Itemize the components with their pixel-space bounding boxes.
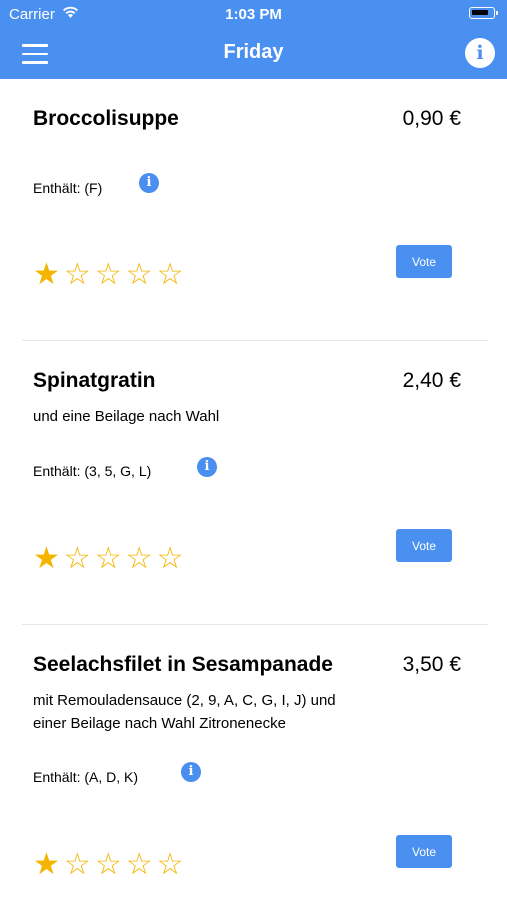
status-time: 1:03 PM (225, 6, 282, 23)
star-4-icon[interactable]: ☆ (126, 542, 157, 575)
nav-bar: Friday i (0, 30, 507, 79)
status-bar: Carrier 1:03 PM (0, 0, 507, 30)
battery-icon (469, 7, 498, 19)
star-rating: ★☆☆☆☆ (33, 258, 188, 292)
star-2-icon[interactable]: ☆ (64, 542, 95, 575)
dish-price: 2,40 € (402, 369, 461, 392)
star-3-icon[interactable]: ☆ (95, 848, 126, 881)
dish-name: Spinatgratin (33, 369, 156, 392)
vote-button[interactable]: Vote (396, 835, 452, 868)
star-rating: ★☆☆☆☆ (33, 848, 188, 882)
dish-price: 3,50 € (402, 653, 461, 676)
dish-description: mit Remouladensauce (2, 9, A, C, G, I, J… (33, 692, 336, 732)
dish-price: 0,90 € (402, 107, 461, 130)
star-rating: ★☆☆☆☆ (33, 542, 188, 576)
star-4-icon[interactable]: ☆ (126, 258, 157, 291)
dish-description: und eine Beilage nach Wahl (33, 408, 220, 425)
star-1-icon[interactable]: ★ (33, 542, 64, 575)
star-2-icon[interactable]: ☆ (64, 848, 95, 881)
allergen-text: Enthält: (3, 5, G, L) (33, 463, 152, 479)
dish-card: Broccolisuppe 0,90 € Enthält: (F) i ★☆☆☆… (0, 79, 507, 341)
dish-name: Broccolisuppe (33, 107, 179, 130)
star-3-icon[interactable]: ☆ (95, 258, 126, 291)
star-5-icon[interactable]: ☆ (157, 848, 188, 881)
star-3-icon[interactable]: ☆ (95, 542, 126, 575)
allergen-info-icon[interactable]: i (139, 173, 159, 193)
star-2-icon[interactable]: ☆ (64, 258, 95, 291)
dish-card: Seelachsfilet in Sesampanade 3,50 € mit … (0, 625, 507, 900)
star-5-icon[interactable]: ☆ (157, 542, 188, 575)
allergen-info-icon[interactable]: i (197, 457, 217, 477)
star-1-icon[interactable]: ★ (33, 258, 64, 291)
dish-name: Seelachsfilet in Sesampanade (33, 653, 333, 676)
allergen-text: Enthält: (F) (33, 180, 103, 196)
star-1-icon[interactable]: ★ (33, 848, 64, 881)
star-5-icon[interactable]: ☆ (157, 258, 188, 291)
star-4-icon[interactable]: ☆ (126, 848, 157, 881)
page-title: Friday (223, 41, 284, 63)
vote-button[interactable]: Vote (396, 245, 452, 278)
info-icon[interactable]: i (465, 38, 495, 68)
dish-card: Spinatgratin 2,40 € und eine Beilage nac… (0, 341, 507, 624)
allergen-text: Enthält: (A, D, K) (33, 769, 139, 785)
vote-button[interactable]: Vote (396, 529, 452, 562)
allergen-info-icon[interactable]: i (181, 762, 201, 782)
